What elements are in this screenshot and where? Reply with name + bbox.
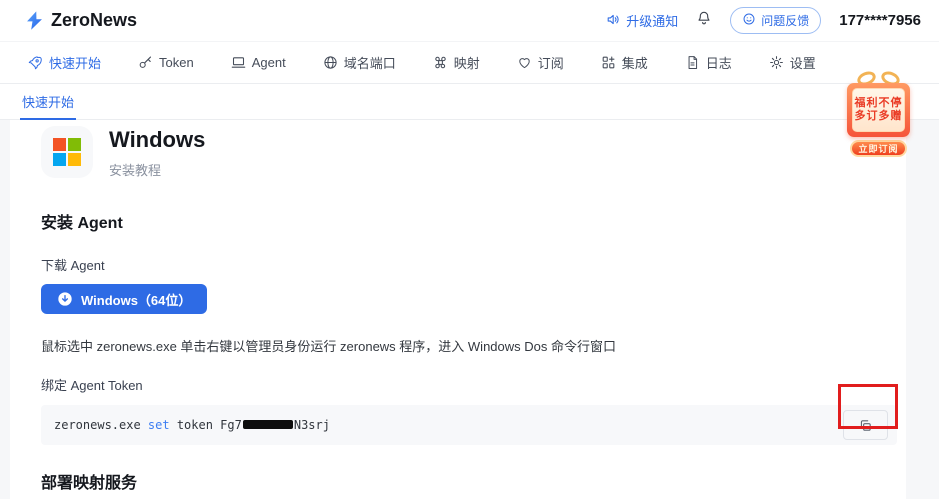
command-part2: token Fg7 bbox=[169, 418, 242, 432]
document-icon bbox=[685, 55, 700, 70]
subscribe-now-button[interactable]: 立即订阅 bbox=[850, 140, 907, 157]
app-window: ZeroNews 升级通知 问题反馈 177****7956 快速开始 Toke… bbox=[0, 0, 939, 500]
header-actions: 升级通知 问题反馈 177****7956 bbox=[606, 7, 927, 34]
nav-label: 域名端口 bbox=[343, 56, 396, 71]
feedback-button[interactable]: 问题反馈 bbox=[730, 7, 822, 34]
copy-icon bbox=[858, 418, 873, 433]
nav-label: 映射 bbox=[453, 56, 480, 71]
token-command-text: zeronews.exe set token Fg7 N3srj bbox=[41, 418, 330, 432]
download-agent-label: 下载 Agent bbox=[41, 258, 105, 273]
nav-label: 快速开始 bbox=[49, 56, 102, 71]
notifications-button[interactable] bbox=[696, 10, 712, 31]
download-circle-icon bbox=[57, 291, 73, 307]
nav-label: 集成 bbox=[621, 56, 648, 71]
nav-item-agent[interactable]: Agent bbox=[231, 55, 286, 70]
brand-logo[interactable]: ZeroNews bbox=[24, 10, 137, 31]
rocket-icon bbox=[28, 55, 43, 70]
feedback-label: 问题反馈 bbox=[761, 14, 810, 28]
nav-item-quickstart[interactable]: 快速开始 bbox=[28, 53, 101, 72]
tab-quickstart[interactable]: 快速开始 bbox=[20, 84, 77, 120]
nav-item-token[interactable]: Token bbox=[138, 55, 194, 70]
promo-line-2: 多订多赠 bbox=[854, 110, 903, 122]
install-agent-heading: 安装 Agent bbox=[41, 215, 123, 232]
nav-label: 日志 bbox=[705, 56, 732, 71]
os-title-block: Windows 安装教程 bbox=[109, 126, 205, 179]
promo-line-1: 福利不停 bbox=[854, 97, 903, 109]
main-nav: 快速开始 Token Agent 域名端口 映射 订阅 集成 日志 设置 bbox=[0, 42, 939, 84]
nav-item-logs[interactable]: 日志 bbox=[685, 53, 732, 72]
tab-label: 快速开始 bbox=[22, 95, 75, 110]
nav-item-mapping[interactable]: 映射 bbox=[433, 53, 480, 72]
nav-item-settings[interactable]: 设置 bbox=[769, 53, 816, 72]
nav-label: Token bbox=[159, 55, 194, 70]
heart-icon bbox=[517, 55, 532, 70]
content-panel: Windows 安装教程 安装 Agent 下载 Agent Windows（6… bbox=[10, 120, 906, 499]
speaker-icon bbox=[606, 12, 621, 30]
nav-item-subscription[interactable]: 订阅 bbox=[517, 53, 564, 72]
copy-token-button[interactable] bbox=[843, 410, 888, 440]
top-header: ZeroNews 升级通知 问题反馈 177****7956 bbox=[0, 0, 939, 42]
nav-label: Agent bbox=[251, 55, 286, 70]
bell-icon bbox=[696, 10, 712, 31]
zeronews-logo-icon bbox=[24, 10, 45, 31]
command-icon bbox=[433, 55, 448, 70]
key-icon bbox=[138, 55, 153, 70]
command-keyword: set bbox=[147, 418, 170, 432]
globe-icon bbox=[323, 55, 338, 70]
run-instruction-text: 鼠标选中 zeronews.exe 单击右键以管理员身份运行 zeronews … bbox=[41, 339, 616, 354]
command-part1: zeronews.exe bbox=[54, 418, 148, 432]
download-button-label: Windows（64位） bbox=[81, 292, 192, 308]
nav-item-integration[interactable]: 集成 bbox=[601, 53, 648, 72]
deploy-mapping-heading: 部署映射服务 bbox=[41, 475, 138, 492]
os-header: Windows 安装教程 bbox=[41, 126, 897, 179]
grid-plus-icon bbox=[601, 55, 616, 70]
page-title: Windows bbox=[109, 127, 206, 152]
windows-logo-icon bbox=[41, 126, 93, 178]
nav-label: 设置 bbox=[789, 56, 816, 71]
promo-gift-badge[interactable]: 福利不停 多订多赠 立即订阅 bbox=[847, 68, 910, 157]
download-windows-button[interactable]: Windows（64位） bbox=[41, 284, 208, 314]
tab-bar: 快速开始 bbox=[0, 84, 939, 120]
nav-label: 订阅 bbox=[537, 56, 564, 71]
token-command-block: zeronews.exe set token Fg7 N3srj bbox=[41, 405, 897, 445]
page-body: Windows 安装教程 安装 Agent 下载 Agent Windows（6… bbox=[0, 120, 939, 499]
page-subtitle: 安装教程 bbox=[109, 163, 162, 178]
nav-item-domain-port[interactable]: 域名端口 bbox=[323, 53, 396, 72]
laptop-icon bbox=[231, 55, 246, 70]
command-suffix: N3srj bbox=[293, 418, 330, 432]
brand-name: ZeroNews bbox=[51, 10, 138, 30]
upgrade-notice-link[interactable]: 升级通知 bbox=[606, 11, 678, 30]
smiley-icon bbox=[742, 12, 756, 29]
upgrade-notice-label: 升级通知 bbox=[626, 14, 679, 29]
bind-token-label: 绑定 Agent Token bbox=[41, 378, 143, 393]
account-phone-number[interactable]: 177****7956 bbox=[839, 12, 927, 29]
gift-box: 福利不停 多订多赠 bbox=[847, 83, 910, 137]
token-redaction-bar bbox=[242, 420, 293, 429]
gear-icon bbox=[769, 55, 784, 70]
